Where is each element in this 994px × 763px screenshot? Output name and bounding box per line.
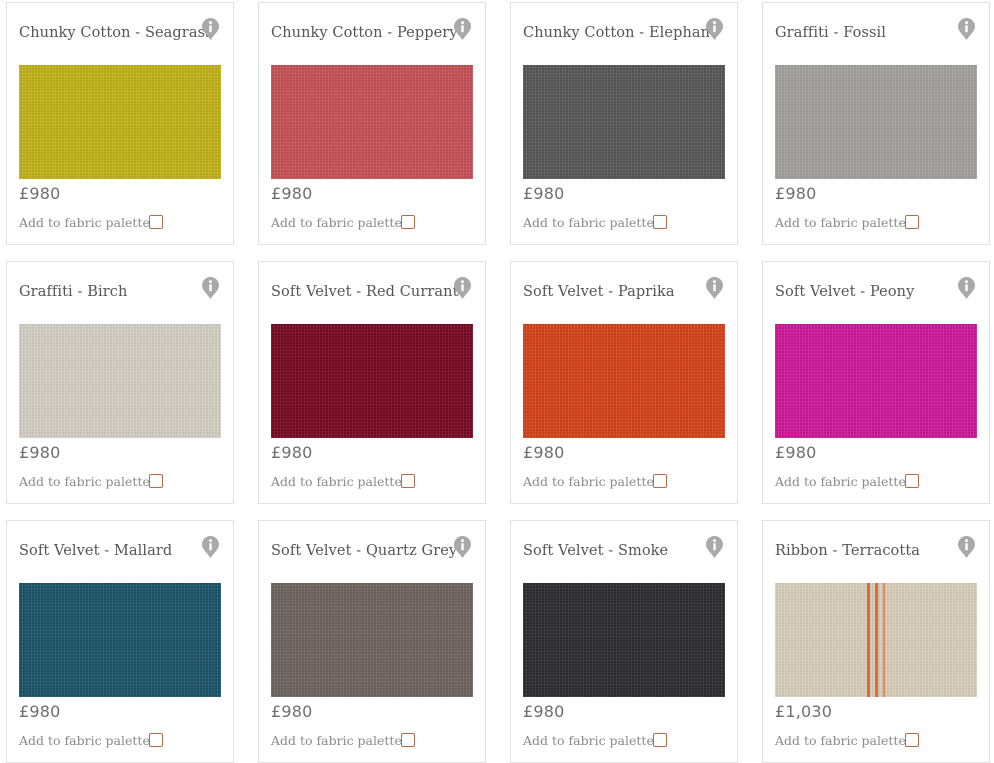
ribbon-stripe (867, 583, 885, 697)
fabric-swatch[interactable] (19, 65, 221, 179)
fabric-card[interactable]: Soft Velvet - Quartz Grey £980 Add to fa… (258, 520, 486, 763)
add-to-palette-checkbox[interactable] (149, 215, 163, 229)
fabric-price: £980 (19, 443, 61, 462)
fabric-price: £980 (271, 702, 313, 721)
fabric-swatch[interactable] (271, 583, 473, 697)
fabric-name: Graffiti - Birch (19, 284, 128, 300)
fabric-swatch[interactable] (775, 65, 977, 179)
fabric-name: Soft Velvet - Quartz Grey (271, 543, 458, 559)
add-to-palette-checkbox[interactable] (905, 733, 919, 747)
add-to-palette-label: Add to fabric palette (775, 215, 906, 230)
add-to-palette-checkbox[interactable] (653, 733, 667, 747)
add-to-palette-label: Add to fabric palette (775, 733, 906, 748)
info-pin-icon[interactable] (705, 276, 724, 300)
fabric-card[interactable]: Soft Velvet - Red Currant £980 Add to fa… (258, 261, 486, 504)
add-to-palette-checkbox[interactable] (401, 474, 415, 488)
fabric-price: £980 (271, 443, 313, 462)
fabric-name: Soft Velvet - Smoke (523, 543, 669, 559)
fabric-swatch[interactable] (775, 583, 977, 697)
fabric-swatch[interactable] (523, 324, 725, 438)
add-to-palette-label: Add to fabric palette (775, 474, 906, 489)
fabric-card[interactable]: Soft Velvet - Paprika £980 Add to fabric… (510, 261, 738, 504)
info-pin-icon[interactable] (453, 17, 472, 41)
fabric-card[interactable]: Ribbon - Terracotta £1,030 Add to fabric… (762, 520, 990, 763)
fabric-price: £980 (523, 443, 565, 462)
fabric-name: Chunky Cotton - Seagrass (19, 25, 213, 41)
info-pin-icon[interactable] (957, 17, 976, 41)
add-to-palette-label: Add to fabric palette (523, 474, 654, 489)
add-to-palette-label: Add to fabric palette (19, 215, 150, 230)
fabric-card[interactable]: Chunky Cotton - Seagrass £980 Add to fab… (6, 2, 234, 245)
fabric-price: £980 (19, 184, 61, 203)
fabric-name: Soft Velvet - Mallard (19, 543, 173, 559)
add-to-palette-label: Add to fabric palette (523, 733, 654, 748)
fabric-card[interactable]: Soft Velvet - Peony £980 Add to fabric p… (762, 261, 990, 504)
info-pin-icon[interactable] (201, 17, 220, 41)
fabric-swatch[interactable] (523, 583, 725, 697)
add-to-palette-label: Add to fabric palette (271, 215, 402, 230)
fabric-name: Soft Velvet - Red Currant (271, 284, 459, 300)
add-to-palette-checkbox[interactable] (653, 215, 667, 229)
info-pin-icon[interactable] (957, 535, 976, 559)
fabric-name: Chunky Cotton - Peppery (271, 25, 458, 41)
fabric-card[interactable]: Chunky Cotton - Peppery £980 Add to fabr… (258, 2, 486, 245)
fabric-price: £980 (271, 184, 313, 203)
info-pin-icon[interactable] (453, 535, 472, 559)
fabric-card[interactable]: Soft Velvet - Smoke £980 Add to fabric p… (510, 520, 738, 763)
fabric-swatch[interactable] (775, 324, 977, 438)
fabric-price: £980 (19, 702, 61, 721)
fabric-swatch[interactable] (19, 324, 221, 438)
fabric-price: £980 (775, 184, 817, 203)
fabric-name: Chunky Cotton - Elephant (523, 25, 716, 41)
fabric-price: £1,030 (775, 702, 833, 721)
add-to-palette-checkbox[interactable] (149, 733, 163, 747)
add-to-palette-label: Add to fabric palette (19, 474, 150, 489)
add-to-palette-checkbox[interactable] (653, 474, 667, 488)
add-to-palette-checkbox[interactable] (149, 474, 163, 488)
info-pin-icon[interactable] (705, 17, 724, 41)
fabric-price: £980 (523, 184, 565, 203)
add-to-palette-label: Add to fabric palette (271, 474, 402, 489)
fabric-price: £980 (775, 443, 817, 462)
add-to-palette-checkbox[interactable] (401, 733, 415, 747)
info-pin-icon[interactable] (705, 535, 724, 559)
add-to-palette-checkbox[interactable] (905, 474, 919, 488)
info-pin-icon[interactable] (453, 276, 472, 300)
info-pin-icon[interactable] (201, 535, 220, 559)
fabric-price: £980 (523, 702, 565, 721)
info-pin-icon[interactable] (957, 276, 976, 300)
add-to-palette-checkbox[interactable] (401, 215, 415, 229)
add-to-palette-checkbox[interactable] (905, 215, 919, 229)
fabric-card[interactable]: Graffiti - Birch £980 Add to fabric pale… (6, 261, 234, 504)
fabric-card[interactable]: Chunky Cotton - Elephant £980 Add to fab… (510, 2, 738, 245)
fabric-name: Soft Velvet - Paprika (523, 284, 675, 300)
info-pin-icon[interactable] (201, 276, 220, 300)
fabric-swatch[interactable] (523, 65, 725, 179)
add-to-palette-label: Add to fabric palette (271, 733, 402, 748)
add-to-palette-label: Add to fabric palette (19, 733, 150, 748)
fabric-name: Graffiti - Fossil (775, 25, 886, 41)
fabric-card[interactable]: Soft Velvet - Mallard £980 Add to fabric… (6, 520, 234, 763)
add-to-palette-label: Add to fabric palette (523, 215, 654, 230)
fabric-swatch[interactable] (271, 324, 473, 438)
fabric-swatch[interactable] (271, 65, 473, 179)
fabric-card[interactable]: Graffiti - Fossil £980 Add to fabric pal… (762, 2, 990, 245)
fabric-name: Ribbon - Terracotta (775, 543, 920, 559)
fabric-name: Soft Velvet - Peony (775, 284, 915, 300)
fabric-swatch[interactable] (19, 583, 221, 697)
